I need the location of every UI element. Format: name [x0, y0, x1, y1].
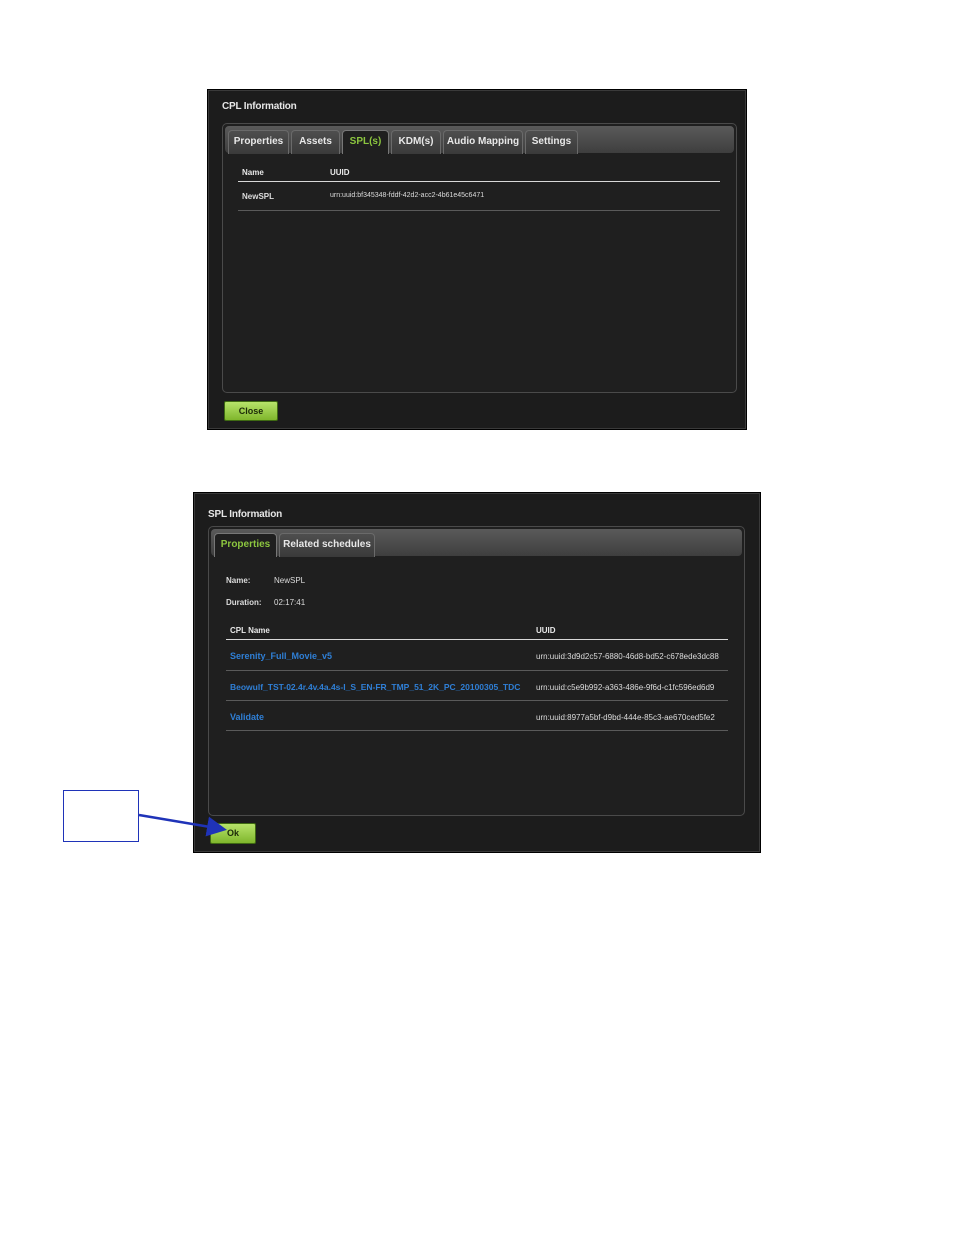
spl-name-cell[interactable]: NewSPL: [242, 192, 274, 201]
tab-settings[interactable]: Settings: [525, 130, 578, 154]
cpl-information-dialog: CPL Information Properties Assets SPL(s)…: [207, 89, 747, 430]
cpl-link[interactable]: Beowulf_TST-02.4r.4v.4a.4s-I_S_EN-FR_TMP…: [230, 682, 520, 692]
tab-panel: Properties Assets SPL(s) KDM(s) Audio Ma…: [222, 123, 737, 393]
duration-label: Duration:: [226, 598, 262, 607]
header-divider: [238, 181, 720, 182]
cpl-uuid-cell: urn:uuid:c5e9b992-a363-486e-9f6d-c1fc596…: [536, 683, 715, 692]
spl-information-dialog: SPL Information Properties Related sched…: [193, 492, 761, 853]
cpl-link[interactable]: Validate: [230, 712, 264, 722]
tab-properties[interactable]: Properties: [228, 130, 289, 154]
callout-box: [63, 790, 139, 842]
column-header-uuid: UUID: [330, 168, 350, 177]
cpl-uuid-cell: urn:uuid:8977a5bf-d9bd-444e-85c3-ae670ce…: [536, 713, 715, 722]
tab-audio-mapping[interactable]: Audio Mapping: [443, 130, 523, 154]
dialog-title: CPL Information: [222, 101, 297, 112]
column-header-uuid: UUID: [536, 626, 556, 635]
tab-spls[interactable]: SPL(s): [342, 130, 389, 154]
tab-properties[interactable]: Properties: [214, 533, 277, 557]
close-button[interactable]: Close: [224, 401, 278, 421]
column-header-cpl-name: CPL Name: [230, 626, 270, 635]
tab-related-schedules[interactable]: Related schedules: [279, 533, 375, 557]
name-label: Name:: [226, 576, 251, 585]
cpl-link[interactable]: Serenity_Full_Movie_v5: [230, 651, 332, 661]
column-header-name: Name: [242, 168, 264, 177]
header-divider: [226, 639, 728, 640]
ok-button[interactable]: Ok: [210, 823, 256, 844]
cpl-uuid-cell: urn:uuid:3d9d2c57-6880-46d8-bd52-c678ede…: [536, 652, 719, 661]
row-divider: [226, 670, 728, 671]
tab-assets[interactable]: Assets: [291, 130, 340, 154]
row-divider: [238, 210, 720, 211]
row-divider: [226, 700, 728, 701]
duration-value: 02:17:41: [274, 598, 306, 607]
row-divider: [226, 730, 728, 731]
dialog-title: SPL Information: [208, 509, 283, 520]
tab-kdms[interactable]: KDM(s): [391, 130, 441, 154]
tab-bar: Properties Assets SPL(s) KDM(s) Audio Ma…: [225, 126, 734, 154]
tab-bar: Properties Related schedules: [211, 529, 742, 557]
tab-panel: Properties Related schedules Name: NewSP…: [208, 526, 745, 816]
name-value: NewSPL: [274, 576, 306, 585]
spl-uuid-cell: urn:uuid:bf345348-fddf-42d2-acc2-4b61e45…: [330, 192, 485, 199]
